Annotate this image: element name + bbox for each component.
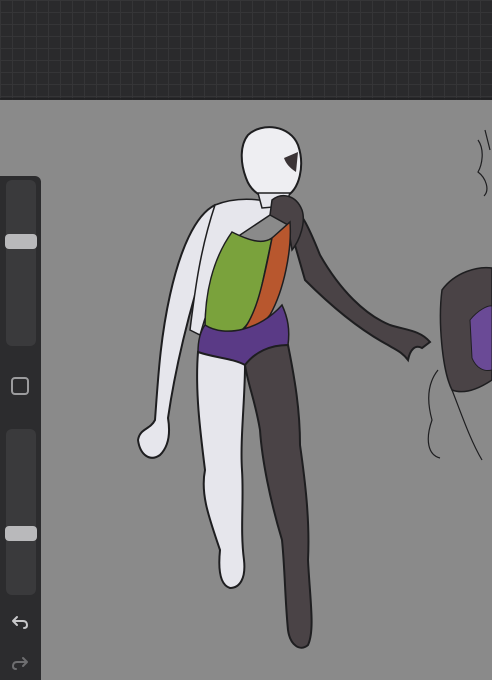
dark-leg (243, 343, 313, 649)
opacity-thumb[interactable] (5, 525, 37, 541)
opacity-slider[interactable] (5, 429, 37, 595)
dark-arm (280, 198, 432, 363)
brush-size-thumb[interactable] (5, 234, 37, 250)
square-icon[interactable] (11, 377, 29, 395)
white-leg (196, 350, 247, 590)
artwork (136, 126, 492, 649)
redo-icon[interactable] (9, 653, 31, 673)
drawing-canvas[interactable] (0, 100, 492, 680)
sidebar (0, 176, 41, 680)
canvas-top-grid (0, 0, 492, 100)
undo-icon[interactable] (9, 612, 31, 632)
brush-size-slider[interactable] (5, 180, 37, 346)
partial-purple (469, 305, 492, 371)
